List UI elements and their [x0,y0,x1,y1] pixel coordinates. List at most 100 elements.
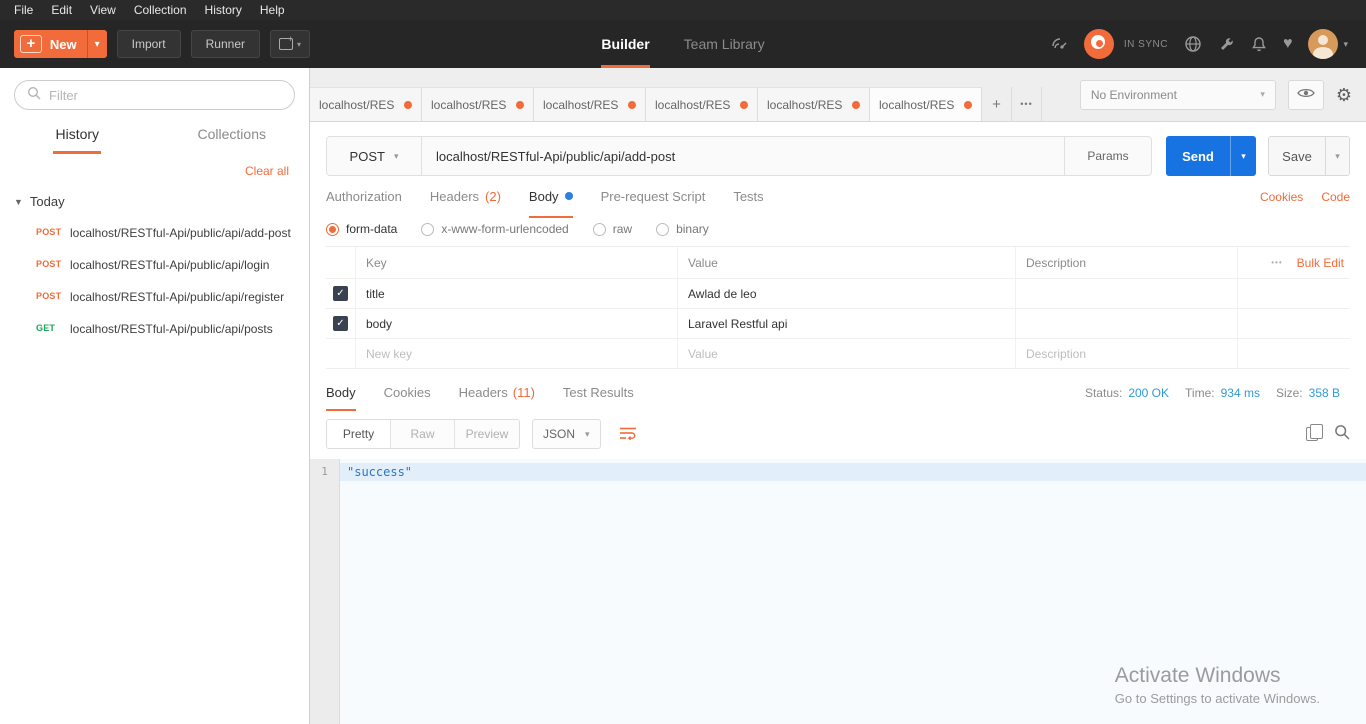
method-badge: POST [36,259,62,269]
request-tab-label: localhost/RES [879,97,955,112]
tab-team-library[interactable]: Team Library [684,20,765,68]
view-preview-button[interactable]: Preview [455,420,519,448]
unsaved-dot-icon [964,100,972,109]
wrench-icon[interactable] [1218,36,1235,53]
response-meta: Status: 200 OK Time: 934 ms Size: 358 B [1085,386,1350,400]
request-tab-active[interactable]: localhost/RES [870,87,982,121]
tab-headers[interactable]: Headers (2) [430,176,501,218]
history-item[interactable]: GET localhost/RESTful-Api/public/api/pos… [0,313,309,345]
url-input[interactable]: localhost/RESTful-Api/public/api/add-pos… [422,136,1064,176]
menu-history[interactable]: History [197,1,250,19]
copy-icon[interactable] [1306,424,1323,441]
row-checkbox-checked[interactable]: ✓ [333,286,348,301]
send-options-caret[interactable]: ▾ [1230,136,1256,176]
new-value-cell[interactable]: Value [678,339,1016,368]
response-tab-headers-label: Headers [458,384,508,400]
header-actions: ••• Bulk Edit [1238,247,1350,278]
menu-file[interactable]: File [6,1,41,19]
response-tab-body[interactable]: Body [326,375,356,411]
description-cell[interactable] [1016,279,1238,308]
sync-status-label: IN SYNC [1123,38,1168,50]
body-row: History Collections Clear all ▼ Today PO… [0,68,1366,724]
radio-icon [592,222,606,236]
mode-raw-label: raw [612,222,633,236]
import-button[interactable]: Import [116,30,181,58]
view-pretty-button[interactable]: Pretty [327,420,391,448]
new-dropdown-caret[interactable]: ▾ [86,30,107,58]
save-button[interactable]: Save [1269,137,1325,175]
search-response-icon[interactable] [1334,424,1350,445]
menu-edit[interactable]: Edit [43,1,80,19]
cookies-link[interactable]: Cookies [1260,190,1303,204]
key-cell[interactable]: title [356,279,678,308]
response-tab-test-results[interactable]: Test Results [563,375,634,411]
mode-x-www-form-urlencoded[interactable]: x-www-form-urlencoded [421,222,569,236]
response-tab-headers[interactable]: Headers (11) [459,375,535,411]
tab-history[interactable]: History [0,116,155,154]
view-raw-button[interactable]: Raw [391,420,455,448]
request-tab[interactable]: localhost/RES [310,87,422,121]
satellite-icon[interactable] [1050,35,1068,53]
menu-help[interactable]: Help [252,1,293,19]
key-cell[interactable]: body [356,309,678,338]
code-link[interactable]: Code [1321,190,1350,204]
new-button[interactable]: + New ▾ [14,30,107,58]
new-description-cell[interactable]: Description [1016,339,1238,368]
request-tab[interactable]: localhost/RES [758,87,870,121]
response-tab-cookies[interactable]: Cookies [384,375,431,411]
request-tab[interactable]: localhost/RES [534,87,646,121]
runner-button[interactable]: Runner [190,30,260,58]
params-button[interactable]: Params [1064,136,1152,176]
tab-body[interactable]: Body [528,176,573,218]
response-headers-count-badge: (11) [512,384,535,400]
menu-collection[interactable]: Collection [126,1,195,19]
value-cell[interactable]: Awlad de leo [678,279,1016,308]
method-select[interactable]: POST ▾ [326,136,422,176]
mode-binary[interactable]: binary [656,222,709,236]
environment-preview-button[interactable] [1287,79,1324,110]
account-menu[interactable]: ▾ [1308,29,1348,59]
tab-tests[interactable]: Tests [733,176,763,218]
mode-raw[interactable]: raw [592,222,633,236]
tab-pre-request-script[interactable]: Pre-request Script [601,176,706,218]
request-tab[interactable]: localhost/RES [646,87,758,121]
format-select[interactable]: JSON ▾ [532,419,601,449]
main-content: localhost/RES localhost/RES localhost/RE… [310,68,1366,724]
clear-all-row: Clear all [0,154,309,184]
send-button-group: Send ▾ [1166,136,1256,176]
request-tab-strip: localhost/RES localhost/RES localhost/RE… [310,68,1366,122]
bulk-edit-link[interactable]: Bulk Edit [1297,256,1344,270]
headers-count-badge: (2) [485,188,501,204]
collapse-triangle-icon: ▼ [14,196,23,207]
more-tabs-button[interactable]: ••• [1012,87,1042,121]
table-options-icon[interactable]: ••• [1271,258,1282,267]
wrap-text-button[interactable] [613,419,643,449]
save-options-caret[interactable]: ▾ [1325,137,1349,175]
history-item[interactable]: POST localhost/RESTful-Api/public/api/ad… [0,217,309,249]
environment-select[interactable]: No Environment ▾ [1079,79,1276,110]
heart-icon[interactable]: ♥ [1283,35,1293,53]
tab-builder[interactable]: Builder [601,20,650,68]
new-key-cell[interactable]: New key [356,339,678,368]
new-window-button[interactable]: ▾ [269,30,310,58]
request-tab[interactable]: localhost/RES [422,87,534,121]
time-label: Time: [1185,386,1215,400]
send-button[interactable]: Send [1166,136,1230,176]
description-cell[interactable] [1016,309,1238,338]
bell-icon[interactable] [1251,36,1267,53]
history-item[interactable]: POST localhost/RESTful-Api/public/api/re… [0,281,309,313]
tab-collections[interactable]: Collections [155,116,310,154]
interceptor-icon[interactable] [1184,35,1202,53]
add-tab-button[interactable]: + [982,87,1012,121]
response-code-area[interactable]: "success" [340,459,1366,724]
filter-input[interactable] [49,87,282,103]
clear-all-link[interactable]: Clear all [245,164,289,178]
tab-authorization[interactable]: Authorization [326,176,402,218]
history-group-today[interactable]: ▼ Today [0,184,309,217]
menu-view[interactable]: View [82,1,124,19]
value-cell[interactable]: Laravel Restful api [678,309,1016,338]
row-checkbox-checked[interactable]: ✓ [333,316,348,331]
history-item[interactable]: POST localhost/RESTful-Api/public/api/lo… [0,249,309,281]
settings-button[interactable]: ⚙ [1336,86,1352,104]
mode-form-data[interactable]: form-data [326,222,397,236]
